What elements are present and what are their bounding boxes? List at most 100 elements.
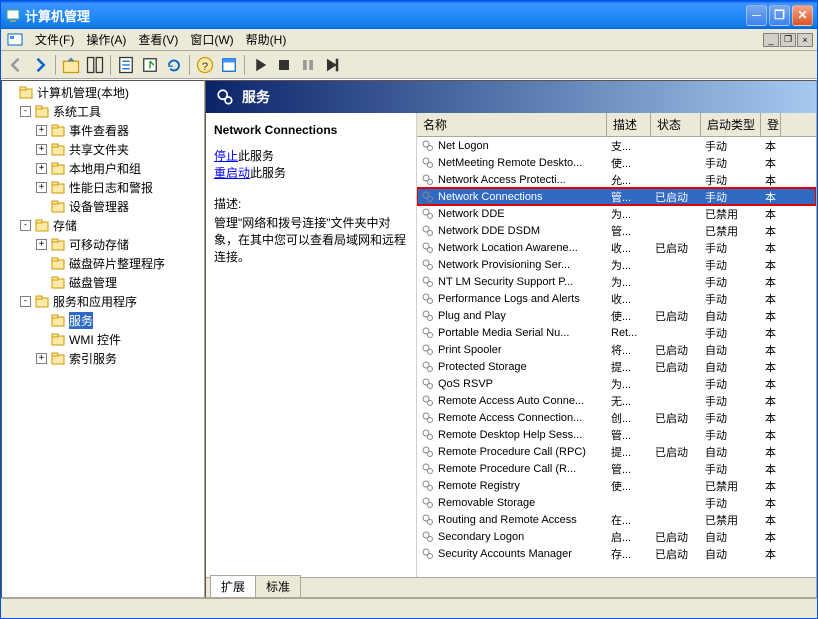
service-row[interactable]: Plug and Play使...已启动自动本 [417, 307, 816, 324]
refresh-button[interactable] [163, 54, 185, 76]
titlebar[interactable]: 计算机管理 ─ ❐ ✕ [1, 1, 817, 29]
tree-item[interactable]: 磁盘碎片整理程序 [4, 254, 202, 273]
tree-item[interactable]: 服务 [4, 311, 202, 330]
play-button[interactable] [249, 54, 271, 76]
service-row[interactable]: Remote Access Connection...创...已启动手动本 [417, 409, 816, 426]
service-row[interactable]: Print Spooler将...已启动自动本 [417, 341, 816, 358]
service-row[interactable]: Network Access Protecti...允...手动本 [417, 171, 816, 188]
menu-view[interactable]: 查看(V) [132, 29, 184, 50]
service-desc: 为... [607, 205, 651, 223]
tree-toggle[interactable]: - [20, 106, 31, 117]
service-row[interactable]: Portable Media Serial Nu...Ret...手动本 [417, 324, 816, 341]
mdi-minimize[interactable]: _ [763, 33, 779, 47]
col-logon[interactable]: 登 [761, 113, 781, 136]
service-row[interactable]: Security Accounts Manager存...已启动自动本 [417, 545, 816, 562]
menu-help[interactable]: 帮助(H) [240, 29, 293, 50]
back-button[interactable] [5, 54, 27, 76]
service-row[interactable]: Network Location Awarene...收...已启动手动本 [417, 239, 816, 256]
service-desc: 存... [607, 545, 651, 563]
service-row[interactable]: Protected Storage提...已启动自动本 [417, 358, 816, 375]
up-button[interactable] [60, 54, 82, 76]
tree-item[interactable]: +性能日志和警报 [4, 178, 202, 197]
service-row[interactable]: Secondary Logon启...已启动自动本 [417, 528, 816, 545]
col-start[interactable]: 启动类型 [701, 113, 761, 136]
tree-item[interactable]: +可移动存储 [4, 235, 202, 254]
tree-item[interactable]: +共享文件夹 [4, 140, 202, 159]
service-row[interactable]: Net Logon支...手动本 [417, 137, 816, 154]
service-list: 名称 描述 状态 启动类型 登 Net Logon支...手动本NetMeeti… [416, 113, 816, 577]
service-row[interactable]: NetMeeting Remote Deskto...使...手动本 [417, 154, 816, 171]
service-start: 手动 [701, 409, 761, 427]
service-row[interactable]: Network DDE DSDM管...已禁用本 [417, 222, 816, 239]
menubar: 文件(F) 操作(A) 查看(V) 窗口(W) 帮助(H) _ ❐ × [1, 29, 817, 51]
service-name: Network Connections [438, 191, 543, 203]
help-button[interactable]: ? [194, 54, 216, 76]
tree-item[interactable]: 设备管理器 [4, 197, 202, 216]
tab-standard[interactable]: 标准 [255, 575, 301, 597]
tree-item[interactable]: +索引服务 [4, 349, 202, 368]
tree-item[interactable]: -系统工具 [4, 102, 202, 121]
tree-toggle[interactable]: + [36, 182, 47, 193]
pause-button[interactable] [297, 54, 319, 76]
service-logon: 本 [761, 528, 781, 546]
service-row[interactable]: Remote Procedure Call (R...管...手动本 [417, 460, 816, 477]
tree-toggle[interactable]: + [36, 125, 47, 136]
col-state[interactable]: 状态 [651, 113, 701, 136]
tree-item[interactable]: WMI 控件 [4, 330, 202, 349]
service-row[interactable]: Performance Logs and Alerts收...手动本 [417, 290, 816, 307]
tree-toggle[interactable]: - [20, 296, 31, 307]
mdi-close[interactable]: × [797, 33, 813, 47]
tree-item[interactable]: +事件查看器 [4, 121, 202, 140]
service-row[interactable]: Network Provisioning Ser...为...手动本 [417, 256, 816, 273]
menu-file[interactable]: 文件(F) [29, 29, 80, 50]
tree-item[interactable]: 磁盘管理 [4, 273, 202, 292]
tree-toggle[interactable]: + [36, 163, 47, 174]
col-name[interactable]: 名称 [417, 113, 607, 136]
service-row[interactable]: NT LM Security Support P...为...手动本 [417, 273, 816, 290]
service-name: Secondary Logon [438, 531, 524, 543]
tree-item[interactable]: +本地用户和组 [4, 159, 202, 178]
service-state: 已启动 [651, 341, 701, 359]
properties-button[interactable] [115, 54, 137, 76]
restart-button[interactable] [321, 54, 343, 76]
service-desc: 管... [607, 222, 651, 240]
list-body[interactable]: Net Logon支...手动本NetMeeting Remote Deskto… [417, 137, 816, 577]
maximize-button[interactable]: ❐ [769, 5, 790, 26]
tree-toggle[interactable]: + [36, 353, 47, 364]
service-row[interactable]: Network DDE为...已禁用本 [417, 205, 816, 222]
service-row[interactable]: Remote Desktop Help Sess...管...手动本 [417, 426, 816, 443]
tree-toggle[interactable]: - [20, 220, 31, 231]
tree-panel[interactable]: 计算机管理(本地)-系统工具+事件查看器+共享文件夹+本地用户和组+性能日志和警… [1, 80, 205, 598]
minimize-button[interactable]: ─ [746, 5, 767, 26]
service-start: 手动 [701, 460, 761, 478]
tab-extended[interactable]: 扩展 [210, 575, 256, 597]
new-window-button[interactable] [218, 54, 240, 76]
service-logon: 本 [761, 137, 781, 155]
menu-window[interactable]: 窗口(W) [184, 29, 239, 50]
tree-toggle[interactable]: + [36, 144, 47, 155]
restart-service-link[interactable]: 重启动 [214, 166, 250, 180]
service-row[interactable]: Removable Storage手动本 [417, 494, 816, 511]
close-button[interactable]: ✕ [792, 5, 813, 26]
stop-service-link[interactable]: 停止 [214, 149, 238, 163]
tree-item[interactable]: -服务和应用程序 [4, 292, 202, 311]
export-button[interactable] [139, 54, 161, 76]
service-row[interactable]: Remote Access Auto Conne...无...手动本 [417, 392, 816, 409]
service-icon [421, 530, 435, 544]
service-start: 手动 [701, 494, 761, 512]
tree-item[interactable]: -存储 [4, 216, 202, 235]
service-row[interactable]: QoS RSVP为...手动本 [417, 375, 816, 392]
stop-button[interactable] [273, 54, 295, 76]
col-desc[interactable]: 描述 [607, 113, 651, 136]
show-hide-button[interactable] [84, 54, 106, 76]
tree-toggle[interactable]: + [36, 239, 47, 250]
service-row[interactable]: Network Connections管...已启动手动本 [417, 188, 816, 205]
service-row[interactable]: Remote Registry使...已禁用本 [417, 477, 816, 494]
service-row[interactable]: Routing and Remote Access在...已禁用本 [417, 511, 816, 528]
tree-item[interactable]: 计算机管理(本地) [4, 83, 202, 102]
mdi-restore[interactable]: ❐ [780, 33, 796, 47]
menu-action[interactable]: 操作(A) [80, 29, 132, 50]
service-row[interactable]: Remote Procedure Call (RPC)提...已启动自动本 [417, 443, 816, 460]
service-icon [421, 479, 435, 493]
forward-button[interactable] [29, 54, 51, 76]
